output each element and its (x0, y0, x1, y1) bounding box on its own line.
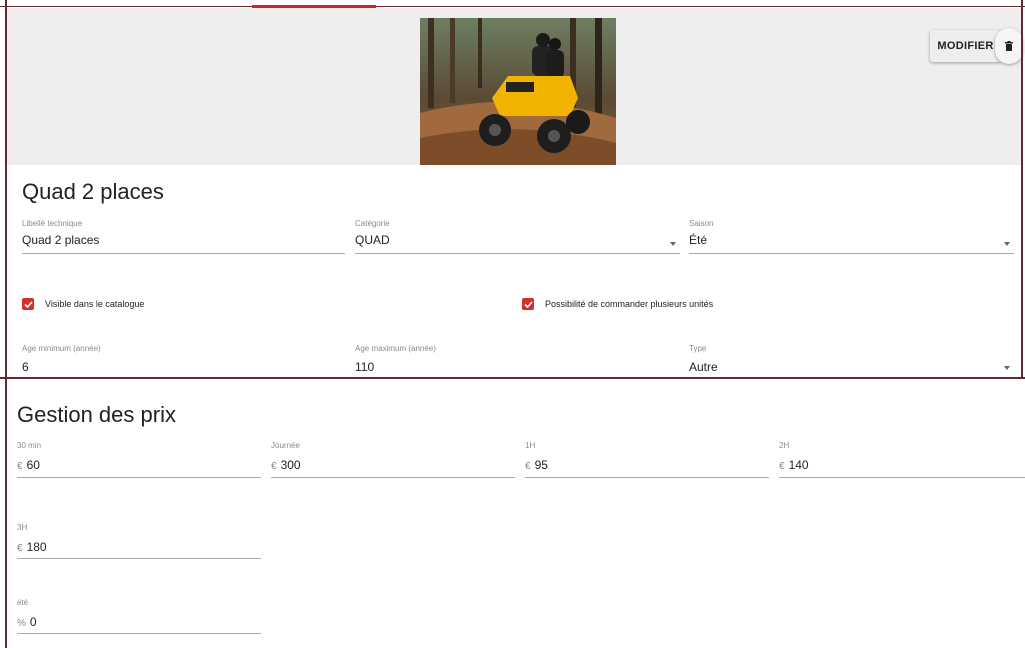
field-value: Autre (689, 360, 718, 374)
pricing-title: Gestion des prix (17, 402, 176, 427)
product-title: Quad 2 places (22, 179, 164, 204)
delete-button[interactable] (995, 28, 1023, 64)
window-right-border (1021, 0, 1023, 378)
field-label: Type (689, 344, 707, 353)
euro-icon: € (17, 461, 23, 472)
field-label: 1H (525, 441, 536, 450)
field-label: Age minimum (année) (22, 344, 101, 353)
checkbox-label: Possibilité de commander plusieurs unité… (545, 299, 714, 309)
section-divider (0, 377, 1025, 379)
field-value: Été (689, 233, 708, 247)
field-label: Age maximum (année) (355, 344, 436, 353)
checkbox-label: Visible dans le catalogue (45, 299, 145, 309)
season-select[interactable]: Saison Été (689, 219, 1014, 254)
field-value: 60 (26, 458, 40, 472)
visible-catalog-checkbox[interactable]: Visible dans le catalogue (22, 298, 144, 310)
price-field-2h[interactable]: 2H €140 (779, 441, 1025, 478)
euro-icon: € (17, 543, 23, 554)
field-label: Saison (689, 219, 714, 228)
price-field-1h[interactable]: 1H €95 (525, 441, 769, 478)
price-field-journee[interactable]: Journée €300 (271, 441, 515, 478)
window-left-border (5, 0, 7, 378)
euro-icon: € (525, 461, 531, 472)
type-select[interactable]: Type Autre (689, 344, 1014, 378)
product-header: MODIFIER (7, 8, 1023, 165)
percent-icon: % (17, 618, 26, 629)
season-percent-field[interactable]: été % 0 (17, 598, 261, 634)
field-label: Journée (271, 441, 300, 450)
window-left-border (5, 377, 7, 648)
product-image (420, 18, 616, 165)
arrow-down-icon (670, 242, 676, 246)
euro-icon: € (271, 461, 277, 472)
field-label: Libellé technique (22, 219, 83, 228)
field-label: 2H (779, 441, 790, 450)
check-icon (522, 298, 534, 310)
field-label: 3H (17, 523, 28, 532)
euro-icon: € (779, 461, 785, 472)
field-label: Catégorie (355, 219, 390, 228)
multiple-units-checkbox[interactable]: Possibilité de commander plusieurs unité… (522, 298, 713, 310)
check-icon (22, 298, 34, 310)
field-value: QUAD (355, 233, 390, 247)
field-value: 140 (788, 458, 809, 472)
field-value: 95 (534, 458, 548, 472)
arrow-down-icon (1004, 366, 1010, 370)
age-min-field[interactable]: Age minimum (année) 6 (22, 344, 345, 378)
category-select[interactable]: Catégorie QUAD (355, 219, 680, 254)
window-top-border (0, 0, 1025, 7)
field-value: 6 (22, 360, 29, 374)
field-value: 300 (280, 458, 301, 472)
technical-label-field[interactable]: Libellé technique Quad 2 places (22, 219, 345, 254)
arrow-down-icon (1004, 242, 1010, 246)
modify-button[interactable]: MODIFIER (930, 30, 1001, 62)
price-field-3h[interactable]: 3H €180 (17, 523, 261, 559)
field-value: 0 (29, 615, 37, 629)
field-label: 30 min (17, 441, 42, 450)
field-value: 110 (355, 360, 375, 374)
age-max-field[interactable]: Age maximum (année) 110 (355, 344, 680, 378)
field-value: Quad 2 places (22, 233, 100, 247)
price-field-30min[interactable]: 30 min €60 (17, 441, 261, 478)
trash-icon (1005, 41, 1013, 51)
field-value: 180 (26, 540, 47, 554)
field-label: été (17, 598, 29, 607)
